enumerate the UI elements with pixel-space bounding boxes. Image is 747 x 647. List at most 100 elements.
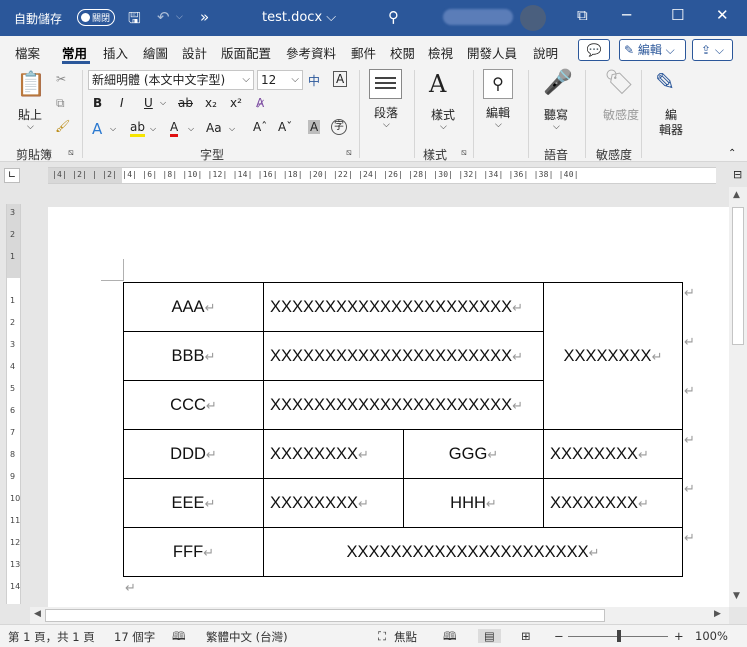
copy-icon[interactable]: ⧉ [56, 96, 65, 111]
tab-insert[interactable]: 插入 [103, 43, 128, 62]
bold-button[interactable]: B [93, 96, 102, 110]
highlight-dropdown-icon[interactable]: ⌵ [150, 124, 156, 134]
paste-dropdown-icon[interactable]: ⌵ [27, 122, 34, 132]
zoom-slider-thumb[interactable] [617, 630, 621, 642]
tab-layout[interactable]: 版面配置 [221, 43, 271, 62]
italic-button[interactable]: I [120, 96, 124, 110]
subscript-button[interactable]: x₂ [205, 96, 217, 110]
account-name[interactable] [443, 9, 513, 25]
table-cell[interactable]: XXXXXXXXXXXXXXXXXXXXXX↵ [263, 380, 544, 430]
font-color-dropdown-icon[interactable]: ⌵ [188, 124, 194, 134]
document-table[interactable]: AAA↵ XXXXXXXXXXXXXXXXXXXXXX↵ XXXXXXXX↵ B… [123, 282, 683, 577]
table-cell[interactable]: FFF↵ [123, 527, 264, 577]
paragraph-dropdown-icon[interactable]: ⌵ [383, 120, 390, 130]
styles-button-label[interactable]: 樣式 [431, 106, 455, 123]
zoom-in-icon[interactable]: + [674, 629, 684, 643]
table-cell[interactable]: HHH↵ [403, 478, 544, 528]
tab-help[interactable]: 說明 [533, 43, 558, 62]
paragraph-icon[interactable] [369, 69, 402, 99]
table-cell[interactable]: XXXXXXXX↵ [543, 478, 683, 528]
styles-launcher-icon[interactable]: ⧅ [461, 148, 467, 158]
vertical-ruler[interactable]: 3 2 1 1 2 3 4 5 6 7 8 9 10 11 12 13 14 [6, 204, 21, 604]
paragraph-button-label[interactable]: 段落 [374, 104, 398, 121]
table-cell[interactable]: BBB↵ [123, 331, 264, 381]
highlight-color-icon[interactable]: ab [130, 120, 145, 137]
document-title[interactable]: test.docx ⌵ [262, 10, 336, 25]
tab-developer[interactable]: 開發人員 [467, 43, 517, 62]
text-effects-dropdown-icon[interactable]: ⌵ [110, 124, 116, 134]
sensitivity-icon[interactable]: 🏷 [604, 68, 634, 96]
editing-button-label[interactable]: 編輯 [486, 104, 510, 121]
table-cell[interactable]: CCC↵ [123, 380, 264, 430]
change-case-button[interactable]: Aa [206, 121, 222, 135]
character-shading-icon[interactable]: A [308, 120, 321, 134]
find-icon[interactable]: ⚲ [483, 69, 513, 99]
ribbon-display-icon[interactable]: ⧉ [577, 6, 588, 24]
scroll-thumb[interactable] [45, 609, 605, 622]
focus-label[interactable]: 焦點 [394, 629, 417, 645]
font-launcher-icon[interactable]: ⧅ [346, 148, 352, 158]
focus-icon[interactable]: ⛶ [378, 629, 386, 644]
microphone-icon[interactable]: 🎤 [543, 68, 573, 96]
tab-references[interactable]: 參考資料 [286, 43, 336, 62]
table-cell[interactable]: XXXXXXXXXXXXXXXXXXXXXX↵ [263, 527, 683, 577]
phonetic-guide-icon[interactable]: 中 [308, 72, 320, 89]
character-border-icon[interactable]: A [333, 71, 348, 87]
cut-icon[interactable]: ✂ [56, 72, 66, 86]
more-commands-icon[interactable]: » [200, 8, 209, 26]
word-count[interactable]: 17 個字 [114, 629, 155, 645]
clipboard-launcher-icon[interactable]: ⧅ [68, 148, 74, 158]
table-cell[interactable]: XXXXXXXXXXXXXXXXXXXXXX↵ [263, 331, 544, 381]
editor-icon[interactable]: ✎ [655, 68, 675, 96]
dictate-dropdown-icon[interactable]: ⌵ [553, 122, 560, 132]
styles-icon[interactable]: A [429, 70, 446, 98]
format-painter-icon[interactable]: 🖌 [55, 119, 70, 133]
editing-mode-button[interactable]: ✎ 編輯 ⌵ [619, 39, 686, 61]
page-count[interactable]: 第 1 頁，共 1 頁 [8, 629, 95, 645]
tab-design[interactable]: 設計 [182, 43, 207, 62]
text-effects-icon[interactable]: A [92, 120, 102, 138]
tab-view[interactable]: 檢視 [428, 43, 453, 62]
shrink-font-icon[interactable]: Aˇ [278, 120, 292, 134]
tab-file[interactable]: 檔案 [15, 43, 40, 62]
font-color-icon[interactable]: A [170, 120, 179, 137]
book-icon[interactable]: 🕮 [172, 629, 186, 647]
table-cell[interactable]: XXXXXXXX↵ [543, 282, 683, 430]
vertical-scrollbar[interactable]: ▲ ▼ [729, 187, 747, 607]
case-dropdown-icon[interactable]: ⌵ [229, 124, 235, 134]
underline-dropdown-icon[interactable]: ⌵ [160, 98, 166, 108]
clear-formatting-icon[interactable]: A̷ [256, 96, 264, 110]
font-size-combo[interactable]: 12 ⌵ [257, 70, 303, 90]
minimize-icon[interactable]: ─ [622, 6, 631, 24]
ruler-toggle-icon[interactable]: ⊟ [733, 168, 742, 181]
table-cell[interactable]: XXXXXXXXXXXXXXXXXXXXXX↵ [263, 282, 544, 332]
styles-dropdown-icon[interactable]: ⌵ [440, 122, 447, 132]
share-button[interactable]: ⇪ ⌵ [692, 39, 733, 61]
scroll-thumb[interactable] [732, 207, 744, 345]
editing-dropdown-icon[interactable]: ⌵ [495, 120, 502, 130]
zoom-out-icon[interactable]: − [554, 629, 564, 643]
avatar[interactable] [520, 5, 546, 31]
scroll-right-icon[interactable]: ▶ [714, 609, 721, 619]
table-cell[interactable]: XXXXXXXX↵ [263, 429, 404, 479]
print-layout-icon[interactable]: ▤ [478, 629, 501, 643]
superscript-button[interactable]: x² [230, 96, 242, 110]
table-cell[interactable]: XXXXXXXX↵ [543, 429, 683, 479]
table-cell[interactable]: EEE↵ [123, 478, 264, 528]
tab-draw[interactable]: 繪圖 [143, 43, 168, 62]
undo-icon[interactable]: ↶ [157, 8, 170, 26]
dictate-button-label[interactable]: 聽寫 [544, 106, 568, 123]
tab-selector[interactable]: ∟ [4, 168, 20, 183]
maximize-icon[interactable]: ☐ [671, 6, 684, 24]
horizontal-ruler[interactable]: |4| |2| | |2| |4| |6| |8| |10| |12| |14|… [48, 167, 716, 184]
search-icon[interactable]: ⚲ [388, 8, 399, 26]
paste-icon[interactable]: 📋 [16, 70, 46, 98]
read-mode-icon[interactable]: 🕮 [443, 629, 457, 647]
font-name-combo[interactable]: 新細明體 (本文中文字型) ⌵ [88, 70, 254, 90]
scroll-down-icon[interactable]: ▼ [733, 591, 740, 601]
page[interactable]: AAA↵ XXXXXXXXXXXXXXXXXXXXXX↵ XXXXXXXX↵ B… [48, 207, 729, 607]
strikethrough-button[interactable]: ab [178, 96, 193, 110]
save-icon[interactable]: 🖫 [128, 8, 141, 33]
web-layout-icon[interactable]: ⊞ [521, 629, 531, 643]
underline-button[interactable]: U [144, 96, 153, 110]
